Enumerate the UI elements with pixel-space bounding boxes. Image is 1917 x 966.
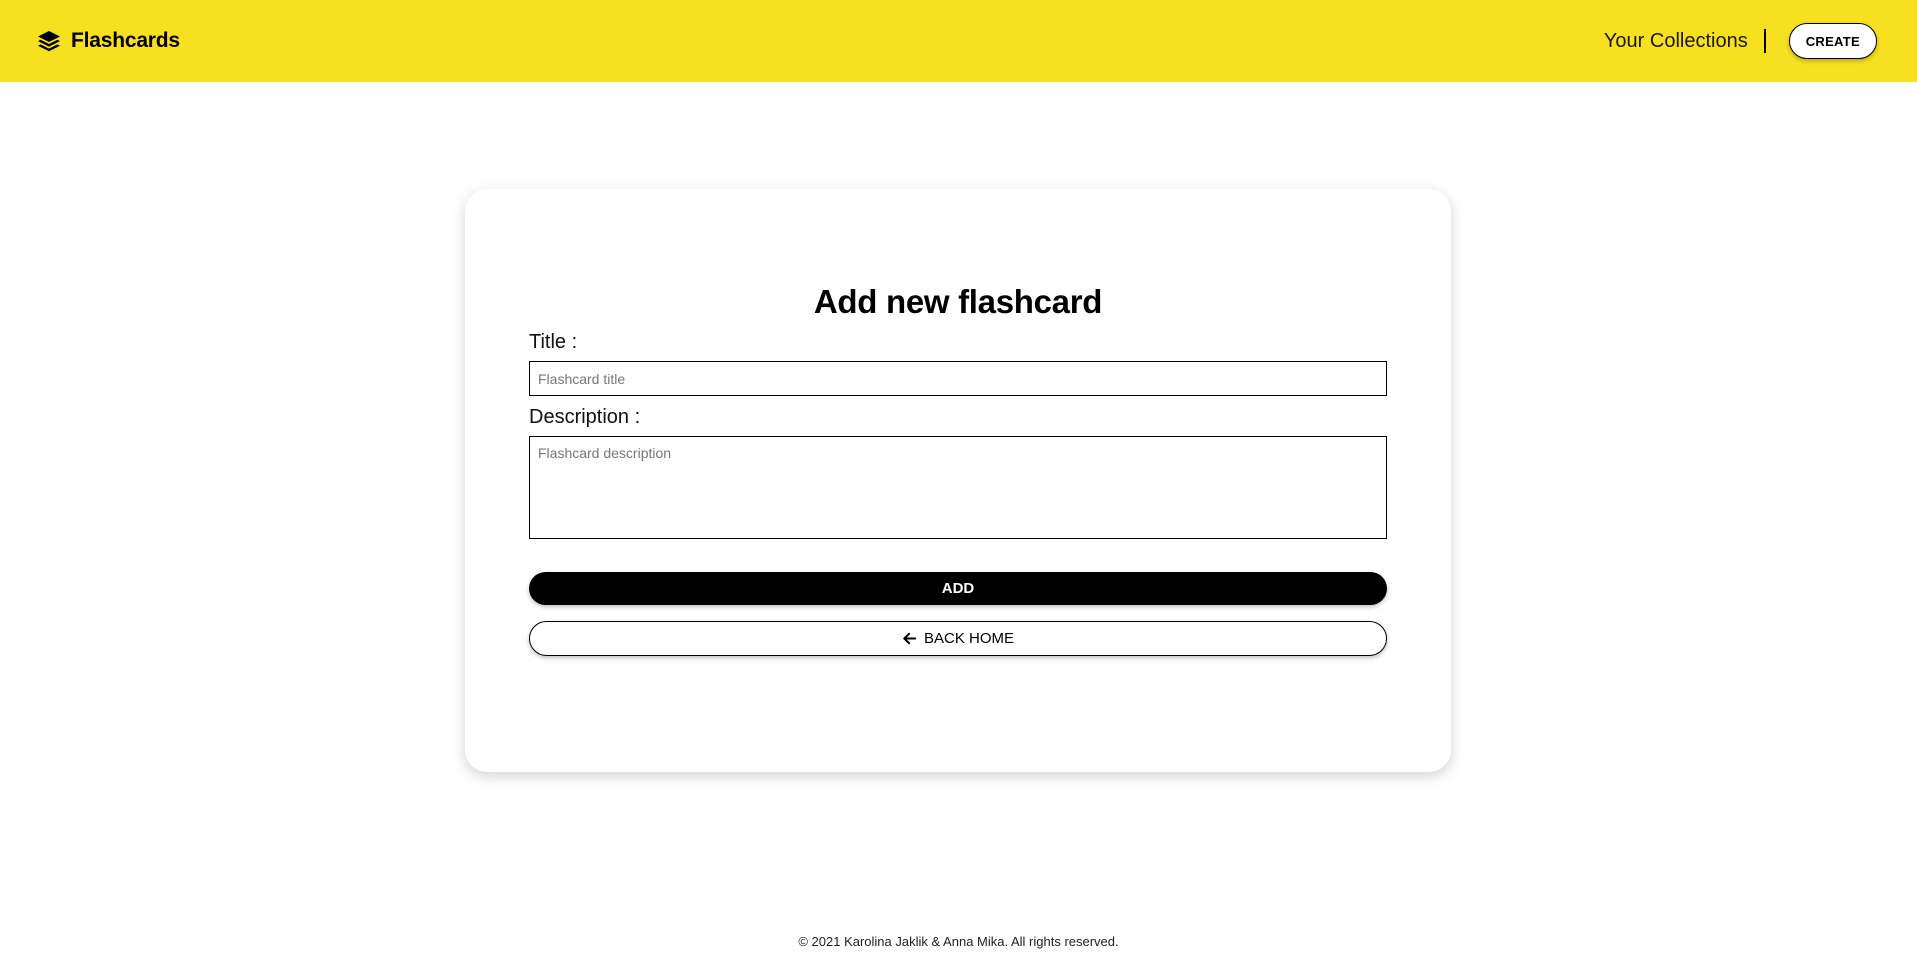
back-home-label: BACK HOME (923, 630, 1014, 647)
nav-actions: Your Collections CREATE (1604, 23, 1877, 59)
create-button[interactable]: CREATE (1788, 23, 1877, 59)
title-input[interactable] (529, 361, 1387, 396)
nav-divider (1763, 29, 1766, 53)
add-button[interactable]: ADD (529, 572, 1387, 605)
brand-name: Flashcards (71, 29, 180, 52)
description-label: Description : (529, 406, 641, 428)
add-flashcard-card: Add new flashcard Title : Description : … (465, 189, 1451, 772)
add-flashcard-form: Add new flashcard Title : Description : … (529, 283, 1387, 656)
page-title: Add new flashcard (813, 283, 1103, 320)
arrow-left-icon (903, 632, 917, 645)
layers-stack-icon (38, 31, 60, 52)
your-collections-link[interactable]: Your Collections (1604, 30, 1764, 53)
description-textarea[interactable] (529, 436, 1387, 539)
top-navbar: Flashcards Your Collections CREATE (0, 0, 1917, 82)
title-label: Title : (529, 331, 578, 353)
footer-copyright: © 2021 Karolina Jaklik & Anna Mika. All … (798, 934, 1119, 949)
brand-link[interactable]: Flashcards (37, 29, 180, 53)
back-home-button[interactable]: BACK HOME (529, 621, 1387, 656)
